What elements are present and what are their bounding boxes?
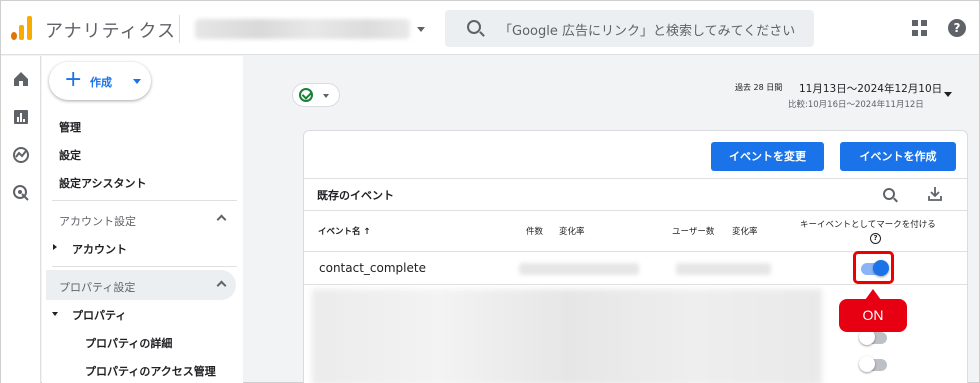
on-callout: ON: [839, 289, 907, 332]
create-button[interactable]: + 作成: [49, 62, 151, 100]
account-selector[interactable]: [195, 19, 410, 39]
search-icon: [467, 20, 481, 34]
expand-arrow-icon[interactable]: [53, 244, 57, 250]
sidebar-item-property-details[interactable]: プロパティの詳細: [85, 335, 172, 351]
chevron-down-icon[interactable]: [944, 92, 952, 97]
sidebar-item-settings[interactable]: 設定: [59, 147, 81, 163]
sidebar: + 作成 管理 設定 設定アシスタント アカウント設定 アカウント プロパティ設…: [42, 56, 243, 383]
reports-icon[interactable]: [12, 108, 30, 126]
column-header-key-event: キーイベントとしてマークを付ける: [800, 220, 936, 230]
blurred-users-cell: [676, 263, 771, 275]
explore-icon[interactable]: [12, 146, 30, 164]
row-divider: [304, 284, 967, 285]
date-range-picker[interactable]: 11月13日〜2024年12月10日: [799, 81, 942, 96]
chevron-up-icon[interactable]: [216, 214, 227, 225]
column-header-count-change[interactable]: 変化率: [559, 225, 585, 237]
column-header-users-change[interactable]: 変化率: [732, 225, 758, 237]
date-range-prefix: 過去 28 日間: [735, 83, 783, 92]
card-divider: [304, 210, 967, 211]
apps-grid-icon[interactable]: [912, 20, 928, 36]
status-chip[interactable]: [292, 83, 340, 107]
advertising-icon[interactable]: [12, 184, 30, 202]
nav-rail: [1, 56, 41, 383]
header-divider: [179, 15, 180, 43]
collapse-arrow-icon[interactable]: [52, 312, 58, 316]
help-circle-icon[interactable]: ?: [870, 233, 881, 244]
chevron-down-icon[interactable]: [417, 27, 425, 32]
home-icon[interactable]: [12, 70, 30, 88]
sidebar-section-account[interactable]: アカウント設定: [59, 213, 136, 229]
column-header-count[interactable]: 件数: [526, 225, 543, 237]
key-event-toggle[interactable]: [859, 329, 887, 345]
download-icon[interactable]: [928, 186, 942, 202]
key-event-toggle[interactable]: [859, 356, 887, 372]
sidebar-item-setup-assistant[interactable]: 設定アシスタント: [59, 175, 147, 191]
plus-icon: +: [64, 67, 83, 92]
search-icon[interactable]: [883, 188, 895, 200]
sidebar-item-property[interactable]: プロパティ: [72, 307, 126, 323]
app-title: アナリティクス: [45, 21, 177, 42]
check-circle-icon: [299, 88, 313, 102]
sidebar-divider: [52, 200, 237, 201]
analytics-logo[interactable]: [11, 16, 33, 40]
search-input[interactable]: 「Google 広告にリンク」と検索してみてください: [445, 10, 814, 47]
sidebar-divider: [52, 266, 237, 267]
sidebar-item-account[interactable]: アカウント: [72, 241, 127, 257]
edit-event-button[interactable]: イベントを変更: [711, 142, 824, 171]
date-compare-range: 比較:10月16日〜2024年11月12日: [788, 100, 924, 110]
highlight-frame: [853, 251, 894, 284]
top-bar: アナリティクス 「Google 広告にリンク」と検索してみてください ?: [1, 1, 979, 55]
blurred-count-cell: [519, 263, 639, 275]
sidebar-section-property[interactable]: プロパティ設定: [59, 279, 135, 295]
column-header-event-name[interactable]: イベント名 ↑: [318, 225, 371, 237]
blurred-rows: [312, 289, 822, 383]
sidebar-item-admin[interactable]: 管理: [59, 119, 81, 135]
chevron-down-icon: [323, 94, 329, 98]
help-icon[interactable]: ?: [948, 19, 966, 37]
create-event-button[interactable]: イベントを作成: [840, 142, 956, 171]
sidebar-item-property-access[interactable]: プロパティのアクセス管理: [85, 363, 216, 379]
search-placeholder: 「Google 広告にリンク」と検索してみてください: [499, 24, 796, 39]
event-name-cell: contact_complete: [319, 261, 426, 275]
chevron-down-icon: [133, 79, 141, 84]
create-label: 作成: [90, 76, 112, 89]
card-divider: [304, 178, 967, 179]
card-title: 既存のイベント: [317, 189, 394, 202]
column-header-users[interactable]: ユーザー数: [672, 225, 714, 237]
